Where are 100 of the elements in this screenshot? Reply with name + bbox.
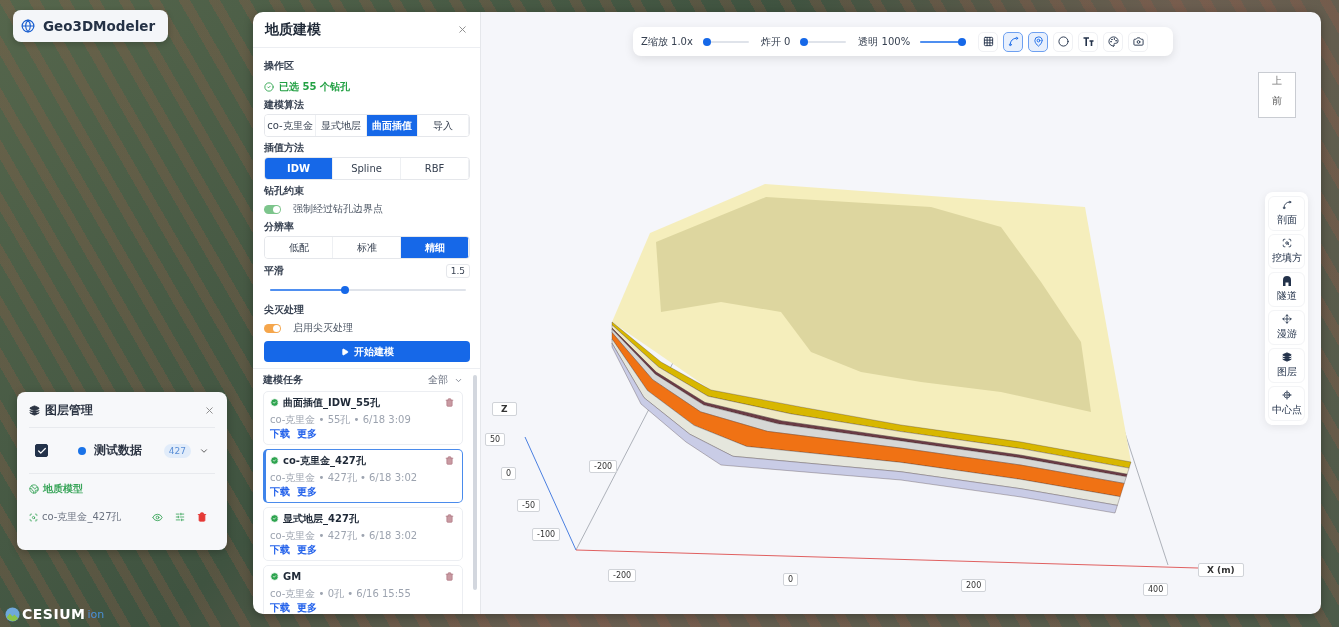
layers-icon <box>29 405 40 416</box>
segment-option[interactable]: 精细 <box>401 237 469 258</box>
axis-label: 0 <box>783 573 799 586</box>
field-label: 分辨率 <box>264 221 295 233</box>
task-meta: co-克里金 • 427孔 • 6/18 3:02 <box>270 529 419 542</box>
delete-icon[interactable] <box>445 514 454 523</box>
axis-label: X (m) <box>1198 563 1244 577</box>
task-link[interactable]: 下载 <box>270 428 290 440</box>
field-label: 建模算法 <box>264 99 305 111</box>
scrollbar[interactable] <box>473 375 477 590</box>
globe-icon <box>29 484 39 494</box>
play-icon <box>340 347 349 356</box>
toggle-switch[interactable] <box>264 323 281 333</box>
section-label: 建模任务 <box>263 373 303 387</box>
check-circle-icon <box>270 398 279 407</box>
count-badge: 427 <box>163 443 191 458</box>
segment-option[interactable]: 低配 <box>265 237 333 258</box>
text-size-icon <box>1082 37 1094 46</box>
task-card[interactable]: 曲面插值_IDW_55孔 co-克里金 • 55孔 • 6/18 3:09 下载 更多 <box>263 391 463 445</box>
scan-icon <box>29 512 38 522</box>
axis-label: -50 <box>517 499 541 512</box>
task-link[interactable]: 更多 <box>297 486 317 498</box>
axis-label: -200 <box>589 460 618 473</box>
task-card[interactable]: 显式地层_427孔 co-克里金 • 427孔 • 6/18 3:02 下载 更多 <box>263 507 463 561</box>
axis-label: 0 <box>501 467 517 480</box>
navigation-cube[interactable]: 上 前 <box>1258 72 1296 118</box>
segment-option[interactable]: IDW <box>265 158 333 179</box>
map-pin-icon <box>1032 36 1044 47</box>
segment-option[interactable]: co-克里金 <box>265 115 316 136</box>
circle-icon <box>1057 36 1069 47</box>
layer-name: 测试数据 <box>94 442 142 459</box>
filter-dropdown[interactable]: 全部 <box>428 373 448 387</box>
task-name: co-克里金_427孔 <box>283 454 366 467</box>
brand-name: CESIUM <box>22 606 86 622</box>
tool-button[interactable]: 剖面 <box>1268 196 1305 231</box>
toggle-label: 启用尖灭处理 <box>293 321 353 335</box>
task-link[interactable]: 下载 <box>270 544 290 556</box>
close-icon[interactable] <box>457 24 468 35</box>
task-meta: co-克里金 • 0孔 • 6/16 15:55 <box>270 587 412 600</box>
field-label: 钻孔约束 <box>264 185 305 197</box>
globe-icon <box>21 19 35 33</box>
task-link[interactable]: 更多 <box>297 428 317 440</box>
brand-suffix: ion <box>87 607 105 621</box>
slider[interactable] <box>920 37 967 46</box>
segment-option[interactable]: 曲面插值 <box>367 115 418 136</box>
axis-label: Z <box>492 402 517 416</box>
section-label: 操作区 <box>264 60 295 72</box>
scan-icon <box>1281 238 1292 248</box>
delete-icon[interactable] <box>445 572 454 581</box>
task-meta: co-克里金 • 55孔 • 6/18 3:09 <box>270 413 412 426</box>
slider[interactable] <box>270 286 466 294</box>
field-label: 插值方法 <box>264 142 305 154</box>
start-modeling-button[interactable]: 开始建模 <box>264 341 470 362</box>
layer-checkbox[interactable] <box>35 444 48 457</box>
task-name: 曲面插值_IDW_55孔 <box>283 396 380 409</box>
slider[interactable] <box>702 37 749 46</box>
task-card[interactable]: GM co-克里金 • 0孔 • 6/16 15:55 下载 更多 <box>263 565 463 614</box>
slider[interactable] <box>800 37 847 46</box>
model-name: co-克里金_427孔 <box>42 510 122 524</box>
check-circle-icon <box>270 456 279 465</box>
tool-button[interactable]: 漫游 <box>1268 310 1305 345</box>
slider-thumb[interactable] <box>958 37 967 46</box>
logo-icon <box>5 606 20 622</box>
task-name: GM <box>283 570 302 583</box>
slider-label: 透明 100% <box>858 34 911 49</box>
field-label: 尖灭处理 <box>264 304 305 316</box>
tool-button[interactable]: 中心点 <box>1268 386 1305 421</box>
sliders-icon[interactable] <box>175 512 185 522</box>
slider-thumb[interactable] <box>702 37 711 46</box>
field-label: 平滑 <box>264 265 284 277</box>
slider-thumb[interactable] <box>341 286 350 294</box>
task-name: 显式地层_427孔 <box>283 512 359 525</box>
delete-icon[interactable] <box>197 512 207 522</box>
task-card[interactable]: co-克里金_427孔 co-克里金 • 427孔 • 6/18 3:02 下载 更多 <box>263 449 463 503</box>
palette-icon <box>1107 36 1119 47</box>
axis-label: 200 <box>961 579 987 592</box>
delete-icon[interactable] <box>445 398 454 407</box>
toggle-switch[interactable] <box>264 204 281 214</box>
task-link[interactable]: 更多 <box>297 602 317 614</box>
tool-button[interactable]: 隧道 <box>1268 272 1305 307</box>
app-title: Geo3DModeler <box>43 18 156 34</box>
axis-label: -100 <box>532 528 561 541</box>
task-link[interactable]: 更多 <box>297 544 317 556</box>
close-icon[interactable] <box>204 405 215 416</box>
eye-icon[interactable] <box>152 511 163 523</box>
task-link[interactable]: 下载 <box>270 486 290 498</box>
slider-label: 炸开 0 <box>760 34 791 49</box>
camera-icon <box>1132 36 1144 47</box>
tool-button[interactable]: 图层 <box>1268 348 1305 383</box>
panel-title: 地质建模 <box>265 20 321 39</box>
crosshair-icon <box>1281 390 1292 400</box>
selection-status: 已选 55 个钻孔 <box>279 80 350 94</box>
slider-thumb[interactable] <box>800 37 809 46</box>
panel-title: 图层管理 <box>45 402 93 419</box>
tool-button[interactable]: 挖填方 <box>1268 234 1305 269</box>
delete-icon[interactable] <box>445 456 454 465</box>
slider-label: Z缩放 1.0x <box>641 34 693 49</box>
value-field[interactable]: 1.5 <box>445 264 470 278</box>
task-link[interactable]: 下载 <box>270 602 290 614</box>
check-circle-icon <box>270 514 279 523</box>
